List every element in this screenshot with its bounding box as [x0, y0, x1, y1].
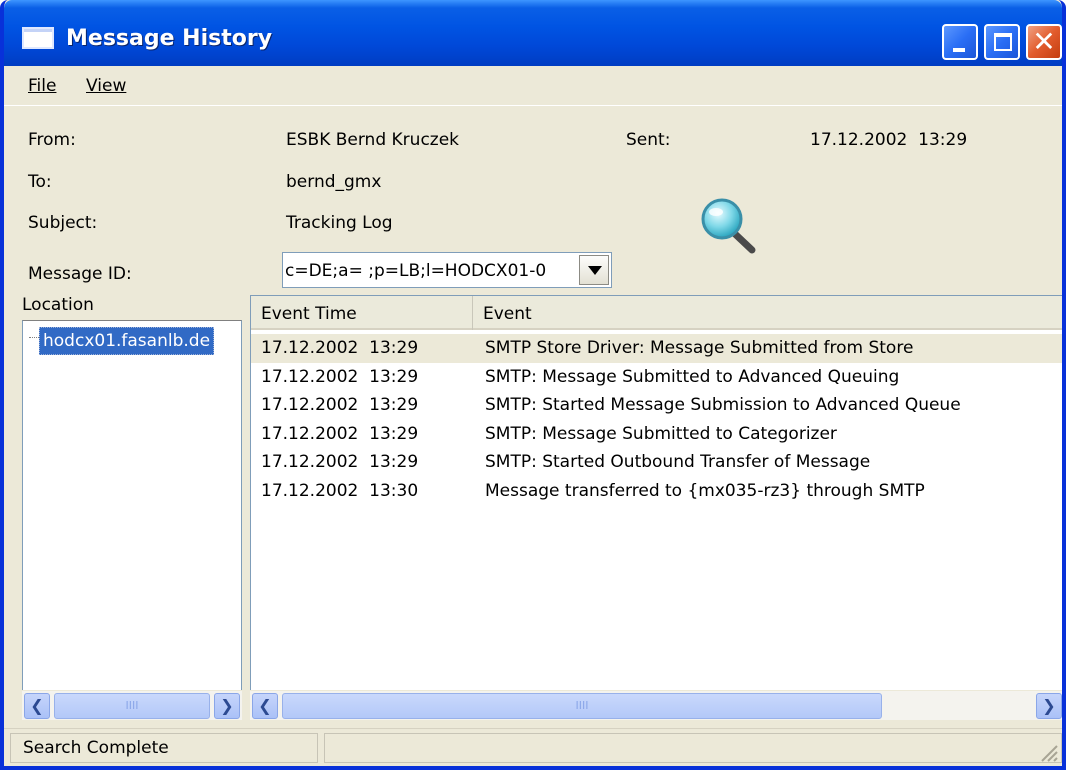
- subject-value: Tracking Log: [286, 213, 393, 233]
- event-time-cell: 17.12.2002 13:29: [261, 452, 419, 472]
- table-row[interactable]: 17.12.2002 13:29 SMTP: Started Outbound …: [251, 448, 1062, 477]
- column-event-time[interactable]: Event Time: [251, 296, 473, 330]
- from-label: From:: [28, 130, 76, 150]
- message-id-label: Message ID:: [28, 264, 132, 284]
- menu-file[interactable]: File: [28, 76, 56, 96]
- menu-file-label: File: [28, 76, 57, 96]
- event-time-cell: 17.12.2002 13:29: [261, 338, 419, 358]
- location-tree[interactable]: hodcx01.fasanlb.de: [22, 320, 242, 720]
- event-horizontal-scrollbar[interactable]: ❮ IIII ❯: [250, 690, 1062, 720]
- maximize-button[interactable]: [984, 24, 1020, 60]
- table-row[interactable]: 17.12.2002 13:29 SMTP: Message Submitted…: [251, 363, 1062, 392]
- close-button[interactable]: ✕: [1026, 24, 1062, 60]
- menu-bar: File View: [4, 66, 1062, 106]
- sent-value: 17.12.2002 13:29: [810, 130, 968, 150]
- event-text-cell: SMTP: Started Outbound Transfer of Messa…: [485, 452, 871, 472]
- title-bar[interactable]: Message History ✕: [4, 0, 1062, 66]
- status-bar: Search Complete: [4, 728, 1062, 766]
- event-time-cell: 17.12.2002 13:29: [261, 395, 419, 415]
- minimize-button[interactable]: [942, 24, 978, 60]
- column-event[interactable]: Event: [473, 296, 1062, 330]
- table-row[interactable]: 17.12.2002 13:29 SMTP Store Driver: Mess…: [251, 334, 1062, 363]
- event-text-cell: SMTP: Message Submitted to Categorizer: [485, 423, 837, 444]
- event-list[interactable]: Event Time Event 17.12.2002 13:29 SMTP S…: [250, 295, 1062, 720]
- scroll-thumb[interactable]: IIII: [54, 693, 210, 719]
- magnifier-icon: [701, 198, 756, 254]
- status-panel: [324, 733, 1062, 763]
- window-icon: [22, 27, 54, 49]
- event-time-cell: 17.12.2002 13:30: [261, 480, 419, 501]
- window-title: Message History: [66, 26, 273, 51]
- event-text-cell: SMTP: Message Submitted to Advanced Queu…: [485, 366, 900, 387]
- location-header: Location: [22, 295, 94, 315]
- event-rows: 17.12.2002 13:29 SMTP Store Driver: Mess…: [251, 334, 1062, 506]
- event-text-cell: SMTP: Started Message Submission to Adva…: [485, 395, 961, 415]
- table-row[interactable]: 17.12.2002 13:30 Message transferred to …: [251, 477, 1062, 506]
- scroll-right-button[interactable]: ❯: [1036, 693, 1062, 719]
- menu-view-label: View: [86, 76, 127, 96]
- event-text-cell: SMTP Store Driver: Message Submitted fro…: [485, 338, 914, 358]
- message-id-dropdown-button[interactable]: [579, 255, 609, 285]
- subject-label: Subject:: [28, 213, 98, 233]
- to-value: bernd_gmx: [286, 172, 382, 192]
- message-history-window: Message History ✕ File View From: ESBK B…: [0, 0, 1066, 770]
- to-label: To:: [28, 172, 52, 192]
- status-text: Search Complete: [10, 733, 318, 763]
- event-time-cell: 17.12.2002 13:29: [261, 423, 419, 444]
- message-id-value: c=DE;a= ;p=LB;l=HODCX01-0: [285, 261, 547, 281]
- scroll-thumb[interactable]: IIII: [282, 693, 882, 719]
- minimize-icon: [953, 48, 965, 52]
- chevron-down-icon: [588, 266, 602, 275]
- table-row[interactable]: 17.12.2002 13:29 SMTP: Message Submitted…: [251, 420, 1062, 449]
- tree-connector: [29, 337, 39, 338]
- event-text-cell: Message transferred to {mx035-rz3} throu…: [485, 480, 925, 501]
- event-list-header: Event Time Event: [251, 296, 1062, 330]
- tree-item-server[interactable]: hodcx01.fasanlb.de: [39, 327, 215, 355]
- message-id-combobox[interactable]: c=DE;a= ;p=LB;l=HODCX01-0: [282, 252, 612, 288]
- menu-view[interactable]: View: [86, 76, 126, 96]
- from-value: ESBK Bernd Kruczek: [286, 130, 460, 150]
- scroll-left-button[interactable]: ❮: [252, 693, 278, 719]
- maximize-icon: [994, 33, 1012, 51]
- location-horizontal-scrollbar[interactable]: ❮ IIII ❯: [22, 690, 242, 720]
- scroll-right-button[interactable]: ❯: [214, 693, 240, 719]
- event-time-cell: 17.12.2002 13:29: [261, 366, 419, 387]
- sent-label: Sent:: [626, 130, 671, 150]
- close-icon: ✕: [1032, 25, 1056, 58]
- scroll-left-button[interactable]: ❮: [24, 693, 50, 719]
- table-row[interactable]: 17.12.2002 13:29 SMTP: Started Message S…: [251, 391, 1062, 420]
- resize-grip-icon[interactable]: [1038, 742, 1058, 762]
